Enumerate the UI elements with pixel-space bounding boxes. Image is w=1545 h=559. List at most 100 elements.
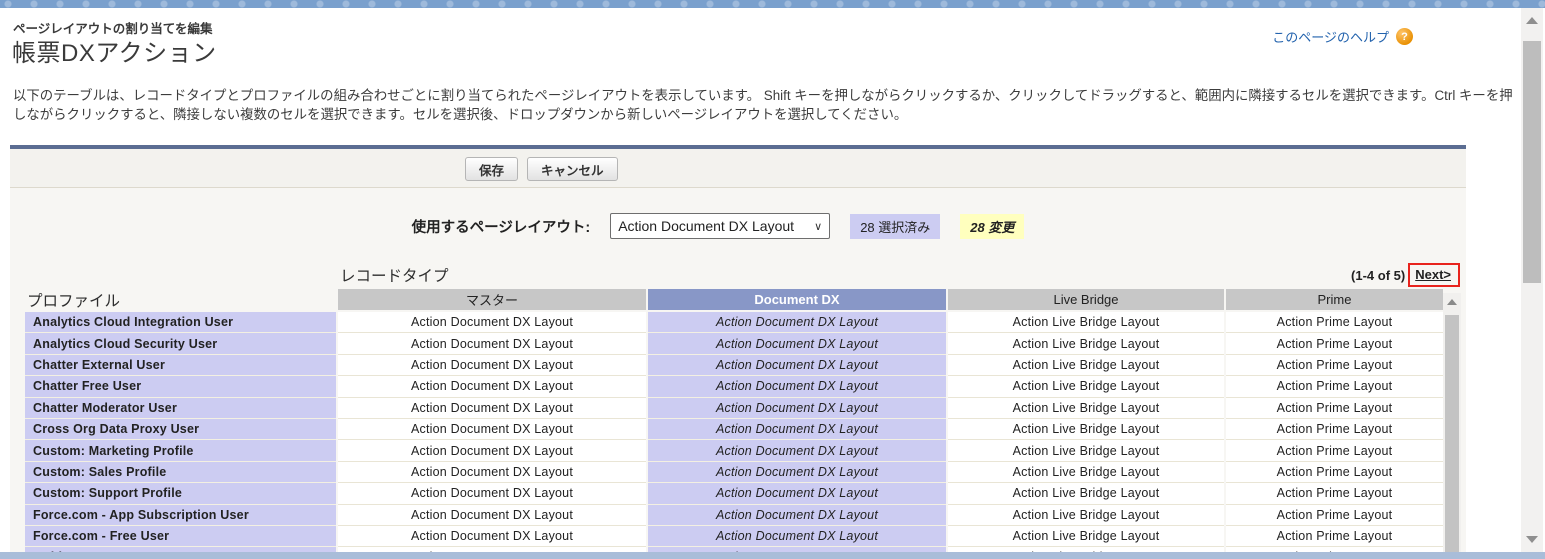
layout-cell-live-bridge[interactable]: Action Live Bridge Layout xyxy=(948,462,1224,483)
layout-cell-live-bridge[interactable]: Action Live Bridge Layout xyxy=(948,526,1224,547)
layout-cell-master[interactable]: Action Document DX Layout xyxy=(338,483,646,504)
profile-cell: Analytics Cloud Integration User xyxy=(25,312,336,333)
next-page-link[interactable]: Next> xyxy=(1415,267,1451,282)
layout-cell-document-dx[interactable]: Action Document DX Layout xyxy=(648,312,946,333)
layout-cell-live-bridge[interactable]: Action Live Bridge Layout xyxy=(948,505,1224,526)
layout-cell-live-bridge[interactable]: Action Live Bridge Layout xyxy=(948,419,1224,440)
window-bottom-border xyxy=(0,552,1545,559)
layout-cell-prime[interactable]: Action Prime Layout xyxy=(1226,376,1443,397)
column-header-master[interactable]: マスター xyxy=(338,289,646,310)
profile-column-header: プロファイル xyxy=(25,289,336,310)
profile-cell: Cross Org Data Proxy User xyxy=(25,419,336,440)
page-vertical-scrollbar[interactable] xyxy=(1521,8,1543,552)
help-area: このページのヘルプ ? xyxy=(1272,27,1413,46)
layout-cell-prime[interactable]: Action Prime Layout xyxy=(1226,505,1443,526)
layout-cell-prime[interactable]: Action Prime Layout xyxy=(1226,312,1443,333)
layout-cell-document-dx[interactable]: Action Document DX Layout xyxy=(648,505,946,526)
help-question-icon[interactable]: ? xyxy=(1396,28,1413,45)
scroll-down-icon[interactable] xyxy=(1526,536,1538,543)
layout-cell-prime[interactable]: Action Prime Layout xyxy=(1226,398,1443,419)
layout-cell-document-dx[interactable]: Action Document DX Layout xyxy=(648,355,946,376)
record-type-label: レコードタイプ xyxy=(340,264,449,286)
assignment-panel: 保存 キャンセル 使用するページレイアウト: Action Document D… xyxy=(10,145,1466,552)
layout-cell-document-dx[interactable]: Action Document DX Layout xyxy=(648,398,946,419)
layout-cell-live-bridge[interactable]: Action Live Bridge Layout xyxy=(948,398,1224,419)
layout-cell-prime[interactable]: Action Prime Layout xyxy=(1226,355,1443,376)
chevron-down-icon: ∨ xyxy=(814,220,822,233)
profile-cell: Analytics Cloud Security User xyxy=(25,333,336,354)
pagination: (1-4 of 5) Next> xyxy=(1351,263,1460,287)
table-row: Chatter Free User Action Document DX Lay… xyxy=(25,376,1443,397)
profile-cell: Custom: Sales Profile xyxy=(25,462,336,483)
layout-cell-master[interactable]: Action Document DX Layout xyxy=(338,312,646,333)
layout-cell-live-bridge[interactable]: Action Live Bridge Layout xyxy=(948,376,1224,397)
table-scrollbar-thumb[interactable] xyxy=(1445,315,1459,552)
table-row: Cross Org Data Proxy User Action Documen… xyxy=(25,419,1443,440)
table-row: Custom: Sales Profile Action Document DX… xyxy=(25,462,1443,483)
layout-picker-row: 使用するページレイアウト: Action Document DX Layout … xyxy=(10,213,1426,239)
layout-cell-document-dx[interactable]: Action Document DX Layout xyxy=(648,376,946,397)
layout-cell-document-dx[interactable]: Action Document DX Layout xyxy=(648,462,946,483)
layout-cell-prime[interactable]: Action Prime Layout xyxy=(1226,419,1443,440)
button-toolbar: 保存 キャンセル xyxy=(10,149,1466,188)
profile-cell: Custom: Marketing Profile xyxy=(25,440,336,461)
table-row: Force.com - Free User Action Document DX… xyxy=(25,526,1443,547)
layout-cell-prime[interactable]: Action Prime Layout xyxy=(1226,440,1443,461)
profile-cell: Force.com - App Subscription User xyxy=(25,505,336,526)
scroll-up-icon[interactable] xyxy=(1526,17,1538,24)
column-header-document-dx[interactable]: Document DX xyxy=(648,289,946,310)
save-button[interactable]: 保存 xyxy=(465,157,518,181)
layout-cell-master[interactable]: Action Document DX Layout xyxy=(338,333,646,354)
table-row: Custom: Support Profile Action Document … xyxy=(25,483,1443,504)
page-scrollbar-thumb[interactable] xyxy=(1523,41,1541,283)
layout-cell-live-bridge[interactable]: Action Live Bridge Layout xyxy=(948,312,1224,333)
layout-assignment-table: プロファイル マスター Document DX Live Bridge Prim… xyxy=(25,289,1443,552)
profile-cell: Force.com - Free User xyxy=(25,526,336,547)
table-vertical-scrollbar[interactable] xyxy=(1443,293,1461,552)
layout-cell-live-bridge[interactable]: Action Live Bridge Layout xyxy=(948,333,1224,354)
layout-cell-live-bridge[interactable]: Action Live Bridge Layout xyxy=(948,355,1224,376)
scroll-up-icon[interactable] xyxy=(1447,299,1457,305)
table-row: Analytics Cloud Integration User Action … xyxy=(25,312,1443,333)
window-top-border xyxy=(0,0,1545,8)
layout-cell-master[interactable]: Action Document DX Layout xyxy=(338,355,646,376)
layout-cell-document-dx[interactable]: Action Document DX Layout xyxy=(648,419,946,440)
profile-cell: Custom: Support Profile xyxy=(25,483,336,504)
layout-cell-prime[interactable]: Action Prime Layout xyxy=(1226,483,1443,504)
selected-count-badge: 28 選択済み xyxy=(850,214,940,239)
page-description: 以下のテーブルは、レコードタイプとプロファイルの組み合わせごとに割り当てられたペ… xyxy=(13,86,1515,124)
layout-cell-master[interactable]: Action Document DX Layout xyxy=(338,440,646,461)
layout-cell-prime[interactable]: Action Prime Layout xyxy=(1226,462,1443,483)
page-title: 帳票DXアクション xyxy=(12,33,217,68)
layout-select-value: Action Document DX Layout xyxy=(618,218,794,234)
layout-cell-live-bridge[interactable]: Action Live Bridge Layout xyxy=(948,440,1224,461)
profile-cell: Chatter External User xyxy=(25,355,336,376)
layout-cell-document-dx[interactable]: Action Document DX Layout xyxy=(648,333,946,354)
cancel-button[interactable]: キャンセル xyxy=(527,157,618,181)
layout-cell-master[interactable]: Action Document DX Layout xyxy=(338,526,646,547)
profile-cell: Chatter Moderator User xyxy=(25,398,336,419)
pagination-range: (1-4 of 5) xyxy=(1351,268,1405,283)
layout-cell-prime[interactable]: Action Prime Layout xyxy=(1226,526,1443,547)
table-body: Analytics Cloud Integration User Action … xyxy=(25,312,1443,552)
layout-cell-document-dx[interactable]: Action Document DX Layout xyxy=(648,440,946,461)
column-header-live-bridge[interactable]: Live Bridge xyxy=(948,289,1224,310)
page-layout-assignment-page: ページレイアウトの割り当てを編集 帳票DXアクション このページのヘルプ ? 以… xyxy=(0,0,1545,559)
layout-cell-master[interactable]: Action Document DX Layout xyxy=(338,462,646,483)
layout-picker-label: 使用するページレイアウト: xyxy=(412,216,591,237)
table-row: Chatter Moderator User Action Document D… xyxy=(25,398,1443,419)
layout-cell-master[interactable]: Action Document DX Layout xyxy=(338,398,646,419)
layout-cell-master[interactable]: Action Document DX Layout xyxy=(338,419,646,440)
layout-cell-live-bridge[interactable]: Action Live Bridge Layout xyxy=(948,483,1224,504)
column-header-prime[interactable]: Prime xyxy=(1226,289,1443,310)
changed-count-badge: 28 変更 xyxy=(960,214,1024,239)
layout-cell-prime[interactable]: Action Prime Layout xyxy=(1226,333,1443,354)
table-row: Chatter External User Action Document DX… xyxy=(25,355,1443,376)
help-link[interactable]: このページのヘルプ xyxy=(1272,27,1389,46)
layout-cell-master[interactable]: Action Document DX Layout xyxy=(338,376,646,397)
table-row: Analytics Cloud Security User Action Doc… xyxy=(25,333,1443,354)
layout-cell-document-dx[interactable]: Action Document DX Layout xyxy=(648,483,946,504)
layout-select[interactable]: Action Document DX Layout ∨ xyxy=(610,213,830,239)
layout-cell-document-dx[interactable]: Action Document DX Layout xyxy=(648,526,946,547)
layout-cell-master[interactable]: Action Document DX Layout xyxy=(338,505,646,526)
